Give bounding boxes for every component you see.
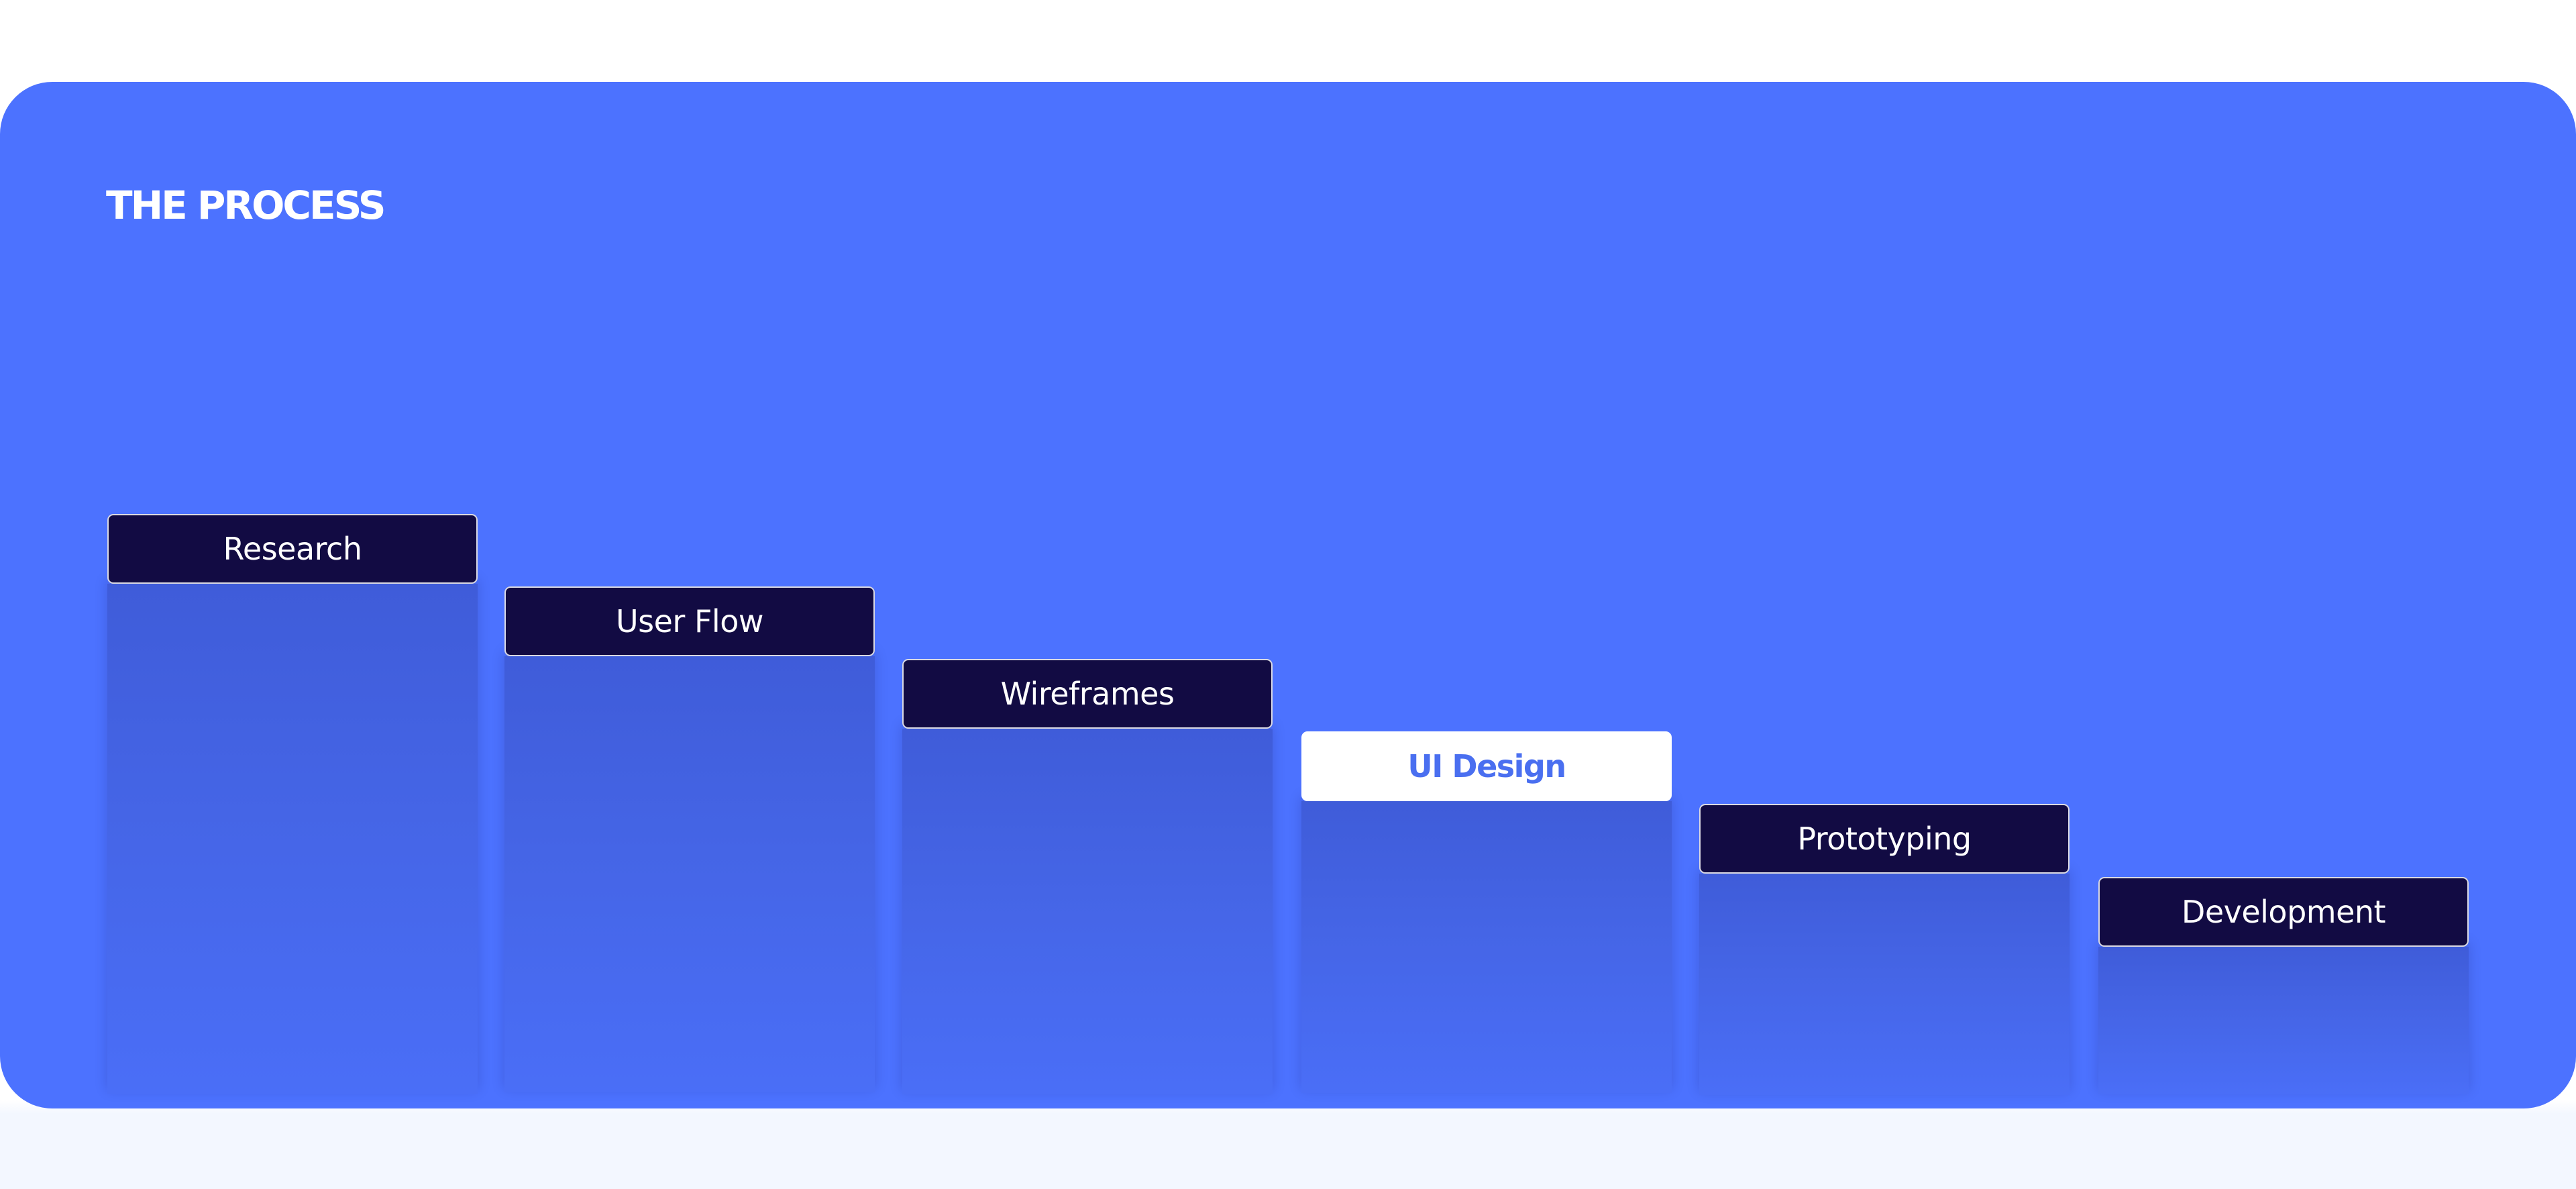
step-button-wireframes[interactable]: Wireframes [902,659,1273,729]
step-button-research[interactable]: Research [107,514,478,584]
step-label: UI Design [1407,748,1566,784]
step-button-development[interactable]: Development [2098,877,2469,947]
step-label: Wireframes [1000,676,1175,712]
step-column [902,729,1273,1094]
step-label: Research [223,531,363,567]
step-column [504,656,875,1092]
step-button-user-flow[interactable]: User Flow [504,586,875,656]
step-column [1699,874,2070,1095]
step-button-ui-design[interactable]: UI Design [1301,731,1672,801]
step-label: User Flow [616,603,763,639]
step-column [107,584,478,1094]
step-label: Development [2181,894,2386,930]
section-title: THE PROCESS [106,183,386,228]
step-button-prototyping[interactable]: Prototyping [1699,804,2070,874]
step-column [2098,947,2469,1094]
step-label: Prototyping [1797,821,1972,857]
process-card: THE PROCESS Research User Flow Wireframe… [0,82,2576,1108]
step-column [1301,801,1672,1093]
